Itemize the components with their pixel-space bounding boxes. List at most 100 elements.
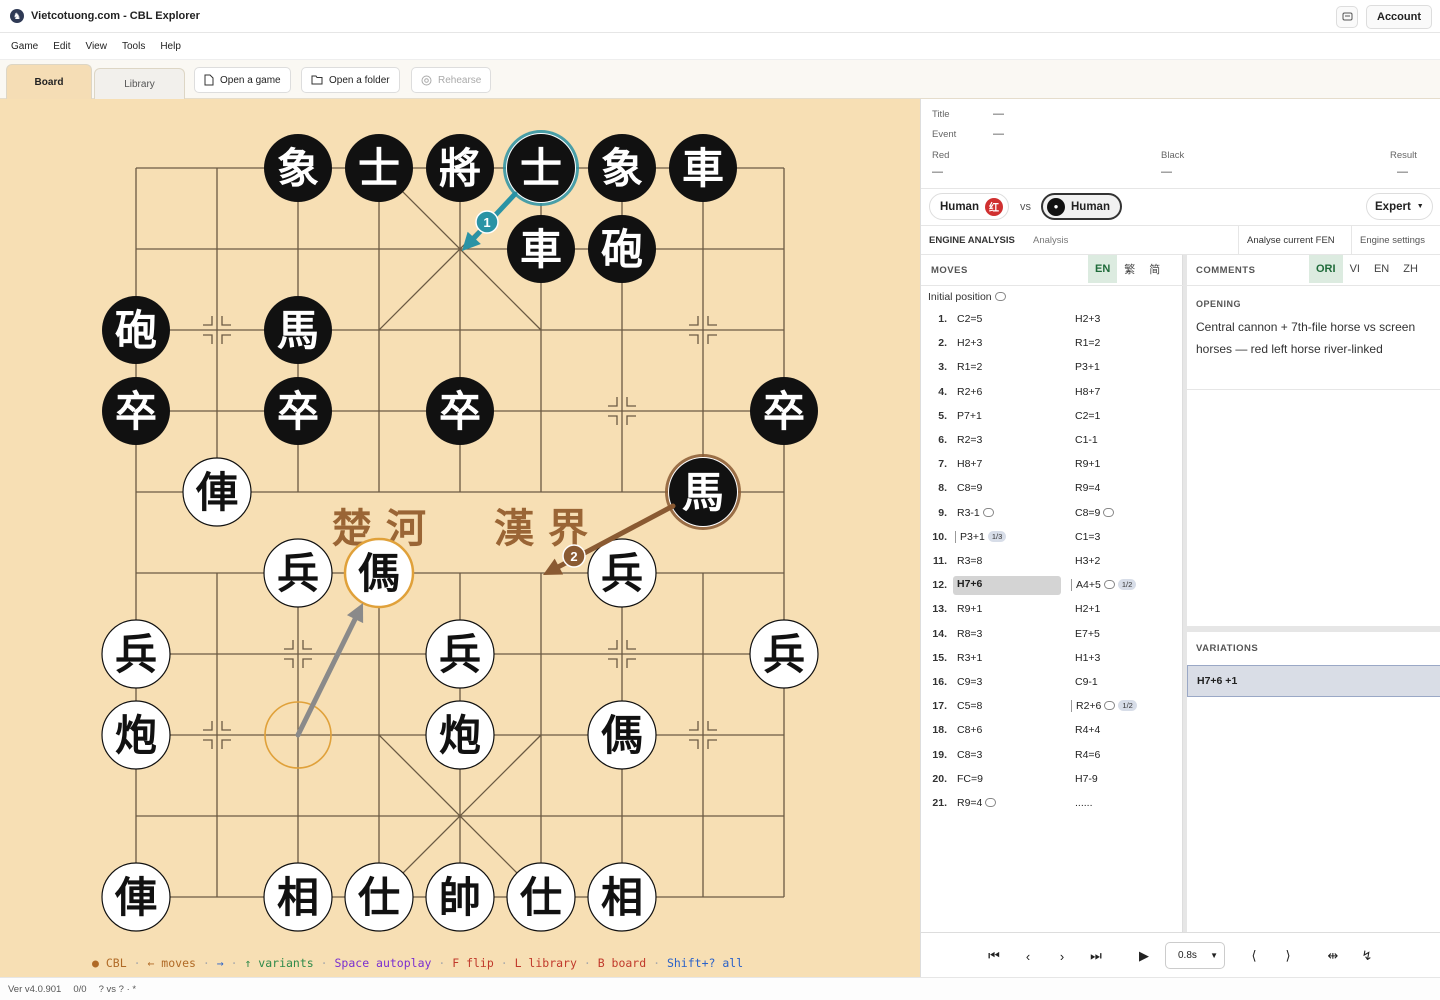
black-move[interactable]: C2=1 (1075, 410, 1100, 422)
lang-zh[interactable]: ZH (1396, 255, 1425, 283)
black-piece[interactable]: 卒 (426, 377, 494, 445)
red-piece[interactable]: 兵 (101, 619, 171, 689)
rehearse-button[interactable]: Rehearse (411, 67, 492, 93)
black-move[interactable]: H2+1 (1075, 603, 1100, 615)
menu-edit[interactable]: Edit (53, 41, 70, 52)
prev-move-icon[interactable]: ‹ (1018, 946, 1038, 966)
red-move[interactable]: R2+6 (957, 386, 982, 398)
black-value[interactable]: — (1161, 166, 1172, 178)
black-piece[interactable]: 象 (588, 134, 656, 202)
black-piece[interactable]: 士 (345, 134, 413, 202)
level-select[interactable]: Expert ▼ (1366, 193, 1433, 220)
red-move[interactable]: R3+1 (957, 652, 982, 664)
engine-settings-button[interactable]: Engine settings (1351, 226, 1433, 254)
red-piece[interactable]: 傌 (587, 700, 657, 770)
lang-vi[interactable]: VI (1343, 255, 1367, 283)
black-move[interactable]: R9=4 (1075, 482, 1100, 494)
event-value[interactable]: — (993, 128, 1004, 140)
black-move[interactable]: C9-1 (1075, 676, 1098, 688)
red-move[interactable]: R9=4 (957, 797, 997, 809)
open-game-button[interactable]: Open a game (194, 67, 291, 93)
red-piece[interactable]: 兵 (749, 619, 819, 689)
red-move[interactable]: C8=3 (957, 749, 982, 761)
black-move[interactable]: H2+3 (1075, 313, 1100, 325)
red-piece[interactable]: 俥 (101, 862, 171, 932)
red-move[interactable]: C8=9 (957, 482, 982, 494)
lang-simplified[interactable]: 简 (1142, 255, 1167, 283)
lang-traditional[interactable]: 繁 (1117, 255, 1142, 283)
lang-en[interactable]: EN (1088, 255, 1118, 283)
clear-arrows-icon[interactable]: ↯ (1357, 946, 1377, 966)
red-piece[interactable]: 仕 (506, 862, 576, 932)
red-move[interactable]: C5=8 (957, 700, 982, 712)
black-piece[interactable]: 馬 (665, 454, 741, 530)
black-move[interactable]: A4+5 1/2 (1071, 579, 1137, 592)
prev-variation-icon[interactable]: ⟨ (1244, 946, 1264, 966)
next-variation-icon[interactable]: ⟩ (1278, 946, 1298, 966)
red-piece[interactable]: 仕 (344, 862, 414, 932)
red-move[interactable]: C9=3 (957, 676, 982, 688)
red-piece[interactable]: 炮 (425, 700, 495, 770)
flip-board-icon[interactable]: ⇹ (1323, 946, 1343, 966)
black-move[interactable]: R4=6 (1075, 749, 1100, 761)
red-move[interactable]: C8+6 (957, 724, 982, 736)
black-move[interactable]: C1=3 (1075, 531, 1100, 543)
black-piece[interactable]: 車 (669, 134, 737, 202)
red-move[interactable]: FC=9 (957, 773, 983, 785)
black-move[interactable]: H7-9 (1075, 773, 1098, 785)
black-move[interactable]: P3+1 (1075, 361, 1100, 373)
red-move[interactable]: R1=2 (957, 361, 982, 373)
red-move[interactable]: R3=8 (957, 555, 982, 567)
red-piece[interactable]: 相 (263, 862, 333, 932)
red-move[interactable]: P7+1 (957, 410, 982, 422)
black-player-chip[interactable]: ● Human (1041, 193, 1122, 220)
black-move[interactable]: C1-1 (1075, 434, 1098, 446)
black-move[interactable]: R2+6 1/2 (1071, 700, 1137, 713)
title-value[interactable]: — (993, 108, 1004, 120)
black-piece[interactable]: 砲 (588, 215, 656, 283)
tab-board[interactable]: Board (6, 64, 92, 99)
account-button[interactable]: Account (1366, 5, 1432, 29)
black-piece[interactable]: 象 (264, 134, 332, 202)
red-move[interactable]: H2+3 (957, 337, 982, 349)
menu-help[interactable]: Help (160, 41, 181, 52)
lang-en-comments[interactable]: EN (1367, 255, 1396, 283)
red-move[interactable]: H7+6 (953, 576, 1061, 596)
result-value[interactable]: — (1397, 166, 1408, 178)
black-piece[interactable]: 車 (507, 215, 575, 283)
open-folder-button[interactable]: Open a folder (301, 67, 400, 93)
red-piece[interactable]: 兵 (587, 538, 657, 608)
variation-item[interactable]: H7+6 +1 (1187, 665, 1440, 697)
analyse-fen-button[interactable]: Analyse current FEN (1238, 226, 1343, 254)
red-move[interactable]: C2=5 (957, 313, 982, 325)
red-piece[interactable]: 相 (587, 862, 657, 932)
red-piece[interactable]: 炮 (101, 700, 171, 770)
red-move[interactable]: H8+7 (957, 458, 982, 470)
black-move[interactable]: R4+4 (1075, 724, 1100, 736)
black-move[interactable]: C8=9 (1075, 507, 1115, 519)
first-move-icon[interactable]: ⏮ (984, 946, 1004, 966)
black-piece[interactable]: 卒 (102, 377, 170, 445)
next-move-icon[interactable]: › (1052, 946, 1072, 966)
play-icon[interactable]: ▶ (1134, 946, 1154, 966)
red-piece[interactable]: 兵 (263, 538, 333, 608)
initial-position[interactable]: Initial position (928, 291, 1006, 303)
menu-view[interactable]: View (85, 41, 107, 52)
red-piece[interactable]: 兵 (425, 619, 495, 689)
red-move[interactable]: R3-1 (957, 507, 994, 519)
chat-icon[interactable] (1336, 6, 1358, 28)
black-move[interactable]: R1=2 (1075, 337, 1100, 349)
red-move[interactable]: R2=3 (957, 434, 982, 446)
black-move[interactable]: H1+3 (1075, 652, 1100, 664)
lang-ori[interactable]: ORI (1309, 255, 1343, 283)
black-piece[interactable]: 卒 (750, 377, 818, 445)
last-move-icon[interactable]: ⏭ (1086, 946, 1106, 966)
black-piece[interactable]: 卒 (264, 377, 332, 445)
black-piece[interactable]: 將 (426, 134, 494, 202)
red-value[interactable]: — (932, 166, 943, 178)
black-move[interactable]: H3+2 (1075, 555, 1100, 567)
red-piece[interactable]: 帥 (425, 862, 495, 932)
red-player-chip[interactable]: Human 红 (929, 193, 1009, 220)
black-move[interactable]: H8+7 (1075, 386, 1100, 398)
black-piece[interactable]: 砲 (102, 296, 170, 364)
